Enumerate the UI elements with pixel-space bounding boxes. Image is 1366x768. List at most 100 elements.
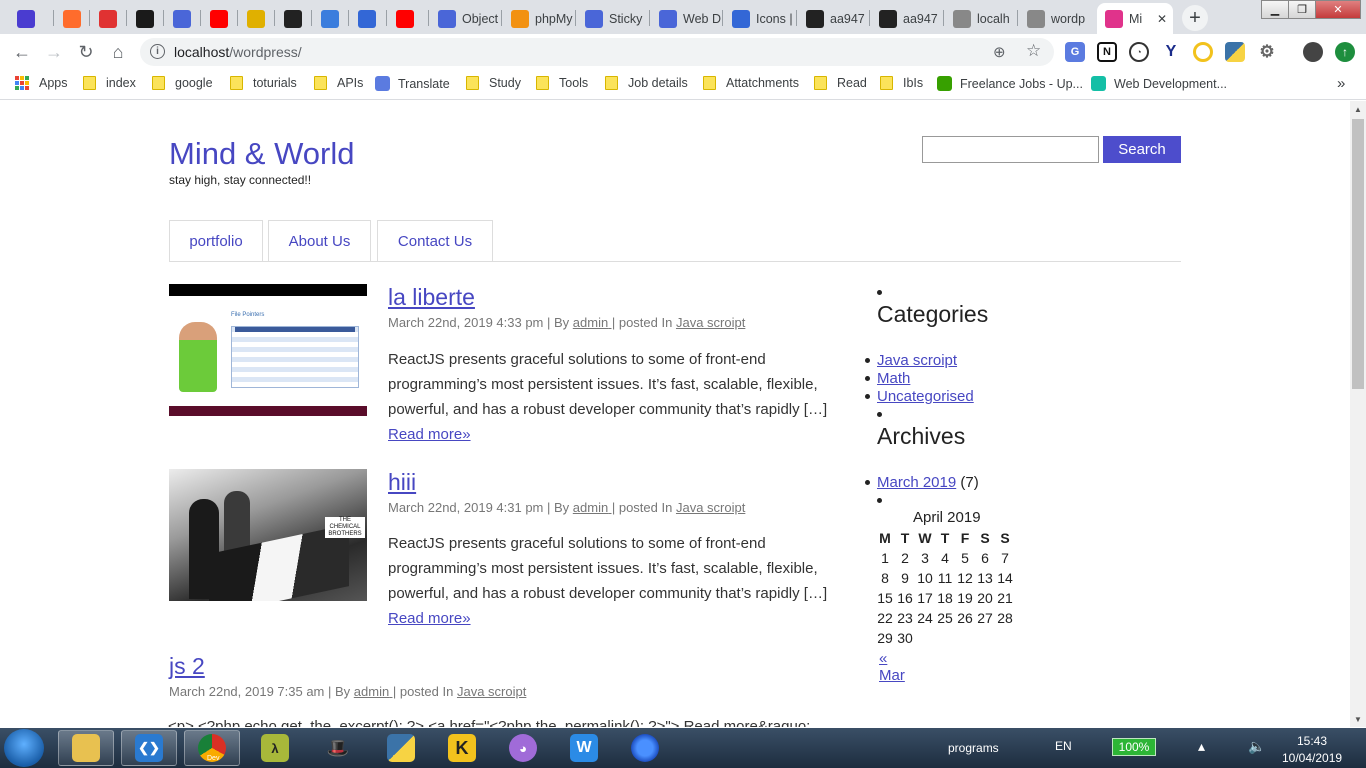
url-text[interactable]: localhost/wordpress/ <box>174 44 302 60</box>
scroll-down-icon[interactable]: ▼ <box>1350 711 1366 727</box>
network-icon[interactable]: ▴ <box>1198 738 1205 755</box>
browser-tab[interactable] <box>128 3 165 34</box>
category-link[interactable]: Java scroipt <box>457 684 526 699</box>
browser-tab[interactable] <box>388 3 425 34</box>
scrollbar-thumb[interactable] <box>1352 119 1364 389</box>
category-link[interactable]: Java scroipt <box>676 500 745 515</box>
minimize-button[interactable]: ▁ <box>1261 0 1289 19</box>
menu-item-contact-us[interactable]: Contact Us <box>377 220 493 261</box>
browser-tab[interactable] <box>202 3 239 34</box>
new-tab-button[interactable]: + <box>1182 5 1208 31</box>
gear-extension-icon[interactable]: ⚙ <box>1257 42 1277 62</box>
bookmark-freelance-jobs-up[interactable]: Freelance Jobs - Up... <box>937 76 1083 91</box>
browser-tab[interactable] <box>91 3 128 34</box>
bookmark-job-details[interactable]: Job details <box>605 76 688 90</box>
vue-extension-icon[interactable]: Y <box>1161 42 1181 62</box>
menu-item-about-us[interactable]: About Us <box>268 220 371 261</box>
clock-time[interactable]: 15:43 <box>1297 734 1327 748</box>
bookmark-star-icon[interactable]: ☆ <box>1026 41 1041 61</box>
browser-tab[interactable]: localh <box>945 3 1018 34</box>
browser-tab[interactable]: aa947 <box>871 3 944 34</box>
bookmark-apis[interactable]: APIs <box>314 76 363 90</box>
bookmark-ibis[interactable]: IbIs <box>880 76 923 90</box>
toolbar-label[interactable]: programs <box>948 741 999 755</box>
battery-indicator[interactable]: 100% <box>1112 738 1156 756</box>
update-icon[interactable]: ↑ <box>1335 42 1355 62</box>
post-thumbnail[interactable]: File Pointers <box>169 284 367 416</box>
post-title[interactable]: js 2 <box>169 653 205 680</box>
browser-tab[interactable] <box>276 3 313 34</box>
site-title[interactable]: Mind & World <box>169 136 355 172</box>
search-input[interactable] <box>922 136 1099 163</box>
back-icon[interactable]: ← <box>11 41 33 63</box>
browser-tab[interactable]: phpMy <box>503 3 576 34</box>
start-button[interactable] <box>4 729 44 767</box>
bookmark-index[interactable]: index <box>83 76 136 90</box>
browser-tab[interactable] <box>350 3 387 34</box>
browser-tab[interactable]: Icons | <box>724 3 797 34</box>
vertical-scrollbar[interactable]: ▲ ▼ <box>1350 101 1366 727</box>
post-title[interactable]: la liberte <box>388 284 475 311</box>
author-link[interactable]: admin <box>573 500 608 515</box>
bookmark-google[interactable]: google <box>152 76 213 90</box>
clock-date[interactable]: 10/04/2019 <box>1282 751 1342 765</box>
bookmark-attatchments[interactable]: Attatchments <box>703 76 799 90</box>
address-bar[interactable]: i localhost/wordpress/ ⊕ ☆ <box>140 38 1054 66</box>
browser-tab[interactable] <box>313 3 350 34</box>
forward-icon[interactable]: → <box>43 41 65 63</box>
home-icon[interactable]: ⌂ <box>107 41 129 63</box>
calendar-prev-month-link[interactable]: « Mar <box>879 650 905 684</box>
bookmark-translate[interactable]: Translate <box>375 76 450 91</box>
taskbar-app[interactable] <box>617 730 673 766</box>
taskbar-app[interactable]: λ <box>247 730 303 766</box>
post-thumbnail[interactable]: THE CHEMICAL BROTHERS <box>169 469 367 601</box>
browser-tab[interactable] <box>165 3 202 34</box>
browser-tab[interactable] <box>55 3 92 34</box>
python-extension-icon[interactable] <box>1225 42 1245 62</box>
taskbar-app[interactable]: ◕ <box>495 730 551 766</box>
search-button[interactable]: Search <box>1103 136 1181 163</box>
browser-tab[interactable]: Object <box>430 3 503 34</box>
category-link-uncategorised[interactable]: Uncategorised <box>877 388 974 405</box>
zoom-icon[interactable]: ⊕ <box>993 43 1006 61</box>
ring-extension-icon[interactable] <box>1193 42 1213 62</box>
volume-icon[interactable]: 🔈 <box>1248 738 1265 755</box>
bookmark-web-development[interactable]: Web Development... <box>1091 76 1227 91</box>
bookmark-study[interactable]: Study <box>466 76 521 90</box>
read-more-link[interactable]: Read more» <box>388 426 471 443</box>
taskbar-app[interactable]: K <box>434 730 490 766</box>
taskbar-app[interactable] <box>373 730 429 766</box>
close-window-button[interactable]: ✕ <box>1315 0 1361 19</box>
reload-icon[interactable]: ↻ <box>75 41 97 63</box>
bookmark-apps[interactable]: Apps <box>15 76 68 90</box>
translate-extension-icon[interactable]: G <box>1065 42 1085 62</box>
site-info-icon[interactable]: i <box>150 44 165 59</box>
category-link[interactable]: Java scroipt <box>676 315 745 330</box>
post-title[interactable]: hiii <box>388 469 416 496</box>
more-bookmarks-button[interactable]: » <box>1337 75 1345 92</box>
language-indicator[interactable]: EN <box>1055 739 1072 753</box>
browser-tab[interactable] <box>9 3 46 34</box>
bookmark-tools[interactable]: Tools <box>536 76 588 90</box>
browser-tab[interactable] <box>239 3 276 34</box>
category-link-math[interactable]: Math <box>877 370 910 387</box>
maximize-button[interactable]: ❐ <box>1288 0 1316 19</box>
bookmark-read[interactable]: Read <box>814 76 867 90</box>
bookmark-toturials[interactable]: toturials <box>230 76 297 90</box>
archive-link-march-2019[interactable]: March 2019 <box>877 474 956 491</box>
taskbar-vscode[interactable]: ❮❯ <box>121 730 177 766</box>
category-link-java-scroipt[interactable]: Java scroipt <box>877 352 957 369</box>
browser-tab[interactable]: aa947 <box>798 3 871 34</box>
browser-tab[interactable]: Web D <box>651 3 724 34</box>
scroll-up-icon[interactable]: ▲ <box>1350 101 1366 117</box>
close-tab-icon[interactable]: ✕ <box>1157 12 1167 26</box>
browser-tab[interactable]: Sticky <box>577 3 650 34</box>
taskbar-chrome-dev[interactable]: Dev <box>184 730 240 766</box>
taskbar-app[interactable]: W <box>556 730 612 766</box>
notion-extension-icon[interactable]: N <box>1097 42 1117 62</box>
read-more-link[interactable]: Read more» <box>388 610 471 627</box>
taskbar-app[interactable]: 🎩 <box>310 730 366 766</box>
taskbar-file-explorer[interactable] <box>58 730 114 766</box>
browser-tab[interactable]: wordp <box>1019 3 1092 34</box>
browser-tab[interactable]: Mi ✕ <box>1097 3 1173 34</box>
